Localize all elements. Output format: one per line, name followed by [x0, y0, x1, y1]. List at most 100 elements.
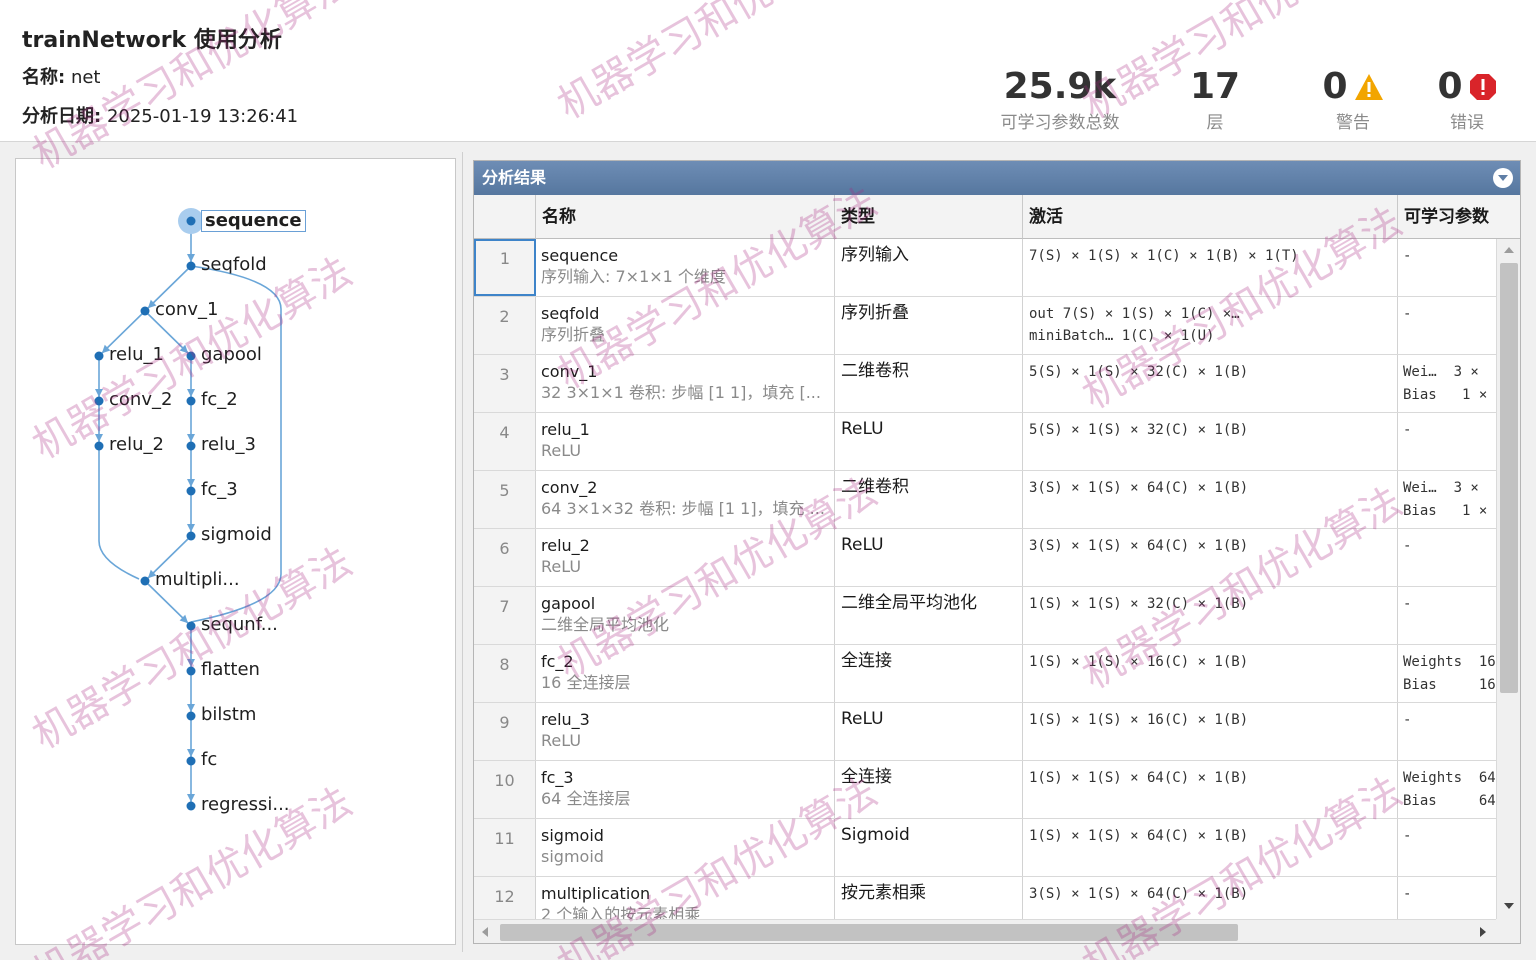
table-row[interactable]: 7 gapool 二维全局平均池化 二维全局平均池化 1(S) × 1(S) × 32(… [474, 587, 1496, 645]
table-row[interactable]: 8 fc_2 16 全连接层 全连接 1(S) × 1(S) × 16(C) × 1(B… [474, 645, 1496, 703]
graph-node-label[interactable]: fc_2 [201, 390, 238, 410]
graph-node-label[interactable]: fc [201, 750, 217, 770]
layer-description: 64 3×1×32 卷积: 步幅 [1 1]，填充 ... [541, 499, 825, 518]
graph-node-sequnfold[interactable] [186, 621, 196, 631]
graph-node-label[interactable]: relu_2 [109, 435, 164, 455]
column-header-name[interactable]: 名称 [536, 195, 835, 239]
graph-node-label[interactable]: relu_3 [201, 435, 256, 455]
row-index[interactable]: 11 [474, 819, 536, 876]
layer-name-cell[interactable]: seqfold 序列折叠 [536, 297, 835, 354]
graph-node-label[interactable]: regressi... [201, 795, 290, 815]
horizontal-scrollbar[interactable] [474, 919, 1496, 943]
scroll-up-arrow-icon[interactable] [1504, 247, 1514, 253]
graph-node-fc_3[interactable] [186, 486, 196, 496]
graph-node-fc_2[interactable] [186, 396, 196, 406]
horizontal-scroll-thumb[interactable] [500, 924, 1238, 941]
layer-name-cell[interactable]: fc_2 16 全连接层 [536, 645, 835, 702]
graph-node-conv_2[interactable] [94, 396, 104, 406]
graph-node-relu_3[interactable] [186, 441, 196, 451]
graph-node-label[interactable]: multipli... [155, 570, 240, 590]
warning-icon [1354, 74, 1383, 100]
errors-count: 0 [1437, 66, 1463, 107]
layer-name-cell[interactable]: relu_1 ReLU [536, 413, 835, 470]
table-row[interactable]: 2 seqfold 序列折叠 序列折叠 out 7(S) × 1(S) × 1(C) ×… [474, 297, 1496, 355]
column-header-type[interactable]: 类型 [835, 195, 1023, 239]
learnables-cell: - [1398, 529, 1496, 586]
graph-node-label[interactable]: sequence [201, 210, 306, 232]
column-header-learnables[interactable]: 可学习参数 [1398, 195, 1520, 239]
edge-arrow-icon [187, 749, 195, 757]
graph-node-fc[interactable] [186, 756, 196, 766]
layer-name-cell[interactable]: conv_1 32 3×1×1 卷积: 步幅 [1 1]，填充 [... [536, 355, 835, 412]
scroll-down-arrow-icon[interactable] [1504, 903, 1514, 909]
graph-node-relu_1[interactable] [94, 351, 104, 361]
activations-cell: 1(S) × 1(S) × 32(C) × 1(B) [1023, 587, 1398, 644]
graph-node-multiplication[interactable] [140, 576, 150, 586]
layer-name-cell[interactable]: fc_3 64 全连接层 [536, 761, 835, 818]
layer-name-cell[interactable]: sigmoid sigmoid [536, 819, 835, 876]
row-index[interactable]: 5 [474, 471, 536, 528]
layer-name-cell[interactable]: sequence 序列输入: 7×1×1 个维度 [536, 239, 835, 296]
graph-node-relu_2[interactable] [94, 441, 104, 451]
table-row[interactable]: 11 sigmoid sigmoid Sigmoid 1(S) × 1(S) × 64(… [474, 819, 1496, 877]
graph-node-label[interactable]: gapool [201, 345, 262, 365]
graph-node-conv_1[interactable] [140, 306, 150, 316]
row-index[interactable]: 7 [474, 587, 536, 644]
graph-node-label[interactable]: seqfold [201, 255, 267, 275]
layer-description: 序列折叠 [541, 325, 606, 344]
graph-node-label[interactable]: conv_1 [155, 300, 218, 320]
vertical-scroll-thumb[interactable] [1500, 263, 1518, 693]
row-index[interactable]: 9 [474, 703, 536, 760]
layer-type: 序列折叠 [835, 297, 1023, 354]
layer-name-cell[interactable]: conv_2 64 3×1×32 卷积: 步幅 [1 1]，填充 ... [536, 471, 835, 528]
graph-node-label[interactable]: conv_2 [109, 390, 172, 410]
activations-cell: 3(S) × 1(S) × 64(C) × 1(B) [1023, 529, 1398, 586]
graph-node-regression[interactable] [186, 801, 196, 811]
table-row[interactable]: 10 fc_3 64 全连接层 全连接 1(S) × 1(S) × 64(C) × 1(… [474, 761, 1496, 819]
graph-node-bilstm[interactable] [186, 711, 196, 721]
layer-name-cell[interactable]: relu_2 ReLU [536, 529, 835, 586]
graph-node-seqfold[interactable] [186, 261, 196, 271]
table-row[interactable]: 5 conv_2 64 3×1×32 卷积: 步幅 [1 1]，填充 ... 二维卷积… [474, 471, 1496, 529]
graph-node-label[interactable]: bilstm [201, 705, 256, 725]
graph-node-gapool[interactable] [186, 351, 196, 361]
row-index[interactable]: 1 [474, 239, 536, 296]
vertical-scrollbar[interactable] [1496, 239, 1520, 919]
activations-cell: 7(S) × 1(S) × 1(C) × 1(B) × 1(T) [1023, 239, 1398, 296]
column-header-activations[interactable]: 激活 [1023, 195, 1398, 239]
layer-name-cell[interactable]: relu_3 ReLU [536, 703, 835, 760]
scroll-right-arrow-icon[interactable] [1480, 927, 1486, 937]
activations-line-1: 1(S) × 1(S) × 64(C) × 1(B) [1029, 828, 1249, 844]
table-row[interactable]: 1 sequence 序列输入: 7×1×1 个维度 序列输入 7(S) × 1(S) … [474, 239, 1496, 297]
row-index[interactable]: 3 [474, 355, 536, 412]
table-row[interactable]: 9 relu_3 ReLU ReLU 1(S) × 1(S) × 16(C) × 1(B… [474, 703, 1496, 761]
graph-node-label[interactable]: sequnf... [201, 615, 278, 635]
errors-stat[interactable]: 0 错误 [1422, 66, 1512, 133]
layer-graph[interactable] [16, 159, 457, 946]
warnings-stat[interactable]: 0 警告 [1308, 66, 1398, 133]
row-index[interactable]: 8 [474, 645, 536, 702]
row-index[interactable]: 2 [474, 297, 536, 354]
layer-name-cell[interactable]: gapool 二维全局平均池化 [536, 587, 835, 644]
graph-node-flatten[interactable] [186, 666, 196, 676]
graph-node-sigmoid[interactable] [186, 531, 196, 541]
table-row[interactable]: 6 relu_2 ReLU ReLU 3(S) × 1(S) × 64(C) × 1(B… [474, 529, 1496, 587]
row-index[interactable]: 6 [474, 529, 536, 586]
activations-line-1: 5(S) × 1(S) × 32(C) × 1(B) [1029, 422, 1249, 438]
collapse-chevron-icon[interactable] [1493, 168, 1513, 188]
row-index[interactable]: 10 [474, 761, 536, 818]
graph-node-label[interactable]: relu_1 [109, 345, 164, 365]
graph-node-sequence[interactable] [186, 216, 196, 226]
layer-graph-panel[interactable]: sequence seqfold conv_1 relu_1 gapool conv_2 f… [15, 158, 456, 945]
table-row[interactable]: 4 relu_1 ReLU ReLU 5(S) × 1(S) × 32(C) × 1(B… [474, 413, 1496, 471]
graph-node-label[interactable]: flatten [201, 660, 260, 680]
scrollbar-corner [1496, 919, 1520, 943]
graph-node-label[interactable]: fc_3 [201, 480, 238, 500]
graph-node-label[interactable]: sigmoid [201, 525, 272, 545]
scroll-left-arrow-icon[interactable] [482, 927, 488, 937]
analysis-results-panel: 分析结果 名称 类型 激活 可学习参数 1 sequence 序列输入: 7×1×1… [473, 160, 1521, 944]
table-row[interactable]: 3 conv_1 32 3×1×1 卷积: 步幅 [1 1]，填充 [... 二维卷积… [474, 355, 1496, 413]
row-index[interactable]: 4 [474, 413, 536, 470]
network-name-label: 名称: [22, 67, 66, 88]
panel-splitter[interactable] [462, 152, 465, 952]
